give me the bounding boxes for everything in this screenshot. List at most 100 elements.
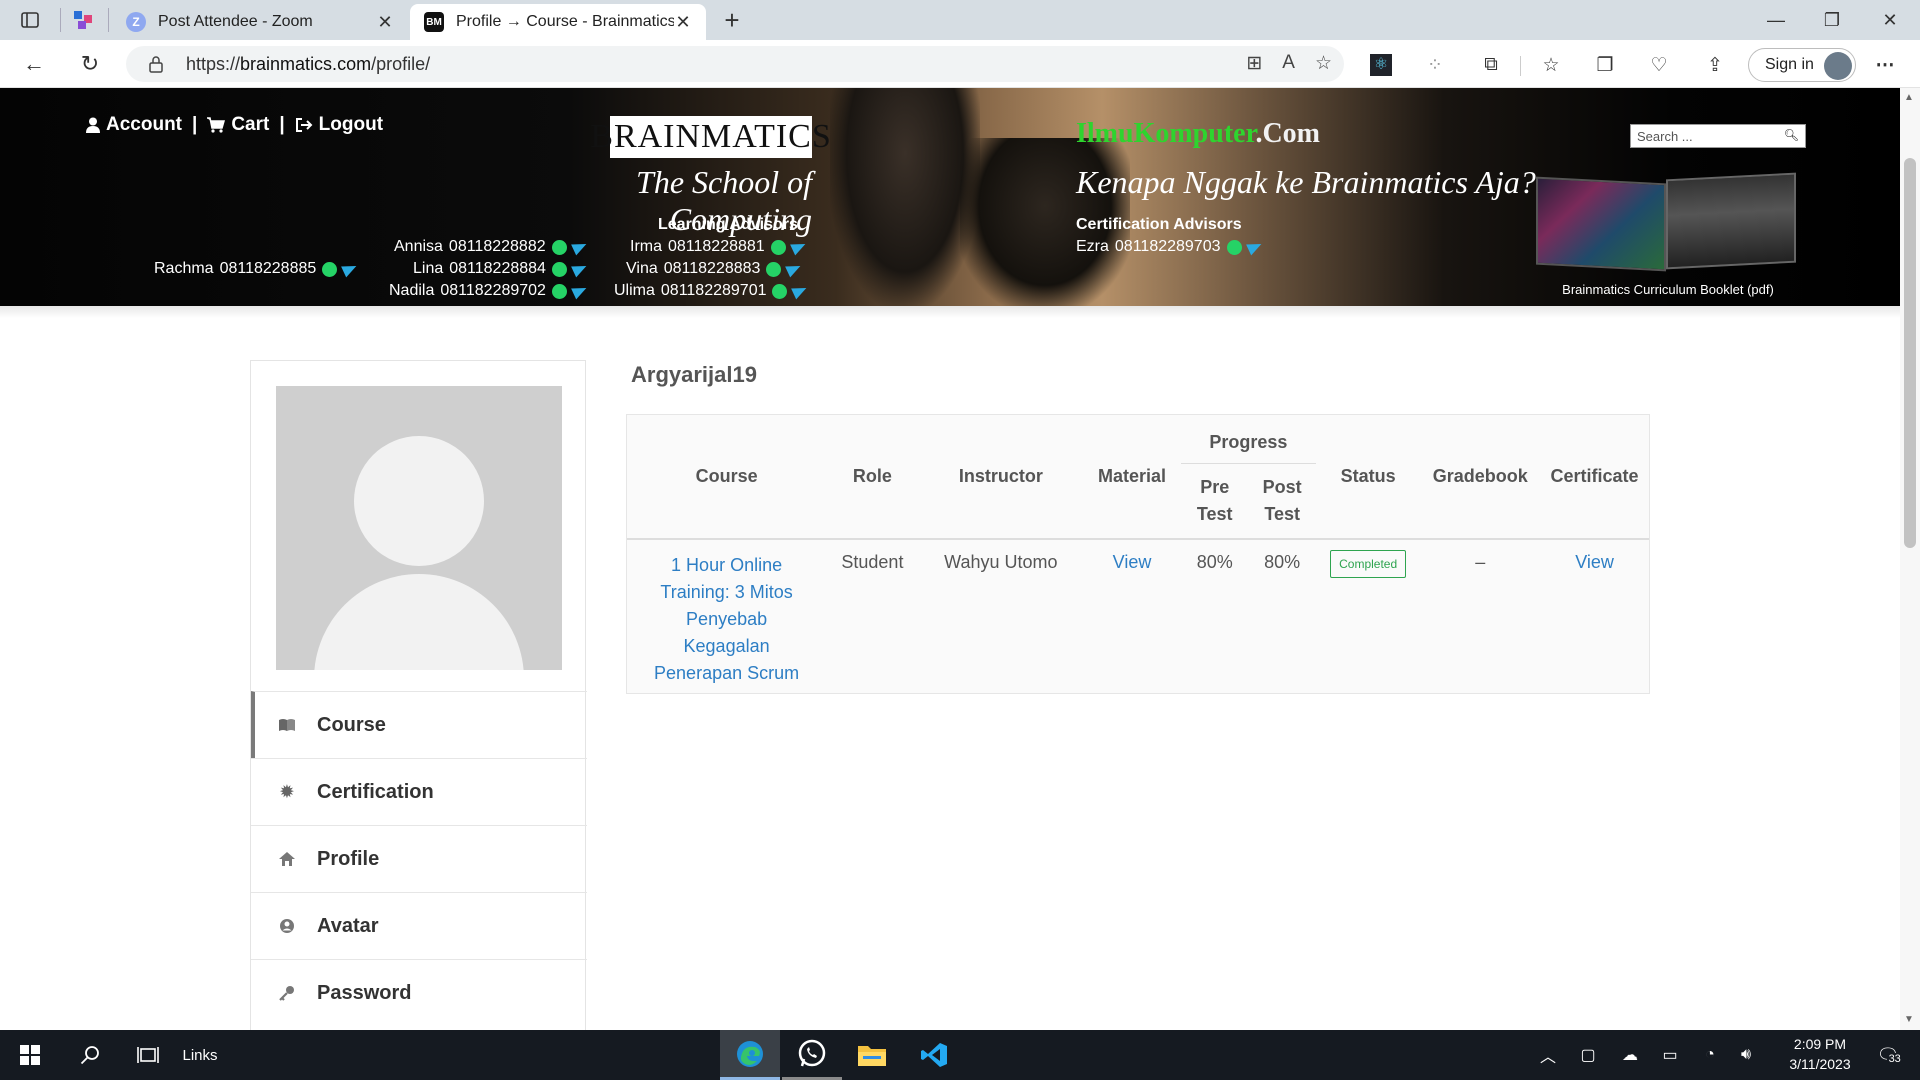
telegram-icon[interactable] xyxy=(570,238,589,256)
taskbar-clock[interactable]: 2:09 PM 3/11/2023 xyxy=(1770,1034,1870,1074)
read-aloud-icon[interactable]: A xyxy=(1282,52,1295,75)
whatsapp-icon[interactable] xyxy=(766,261,782,277)
refresh-button[interactable]: ↻ xyxy=(74,48,106,80)
ilmukomputer-logo[interactable]: IlmuKomputer.Com xyxy=(1076,118,1320,150)
sidebar-item-certification[interactable]: ✹ Certification xyxy=(251,758,587,825)
advisor-phone: 08118228882 xyxy=(448,238,546,255)
tab-brainmatics[interactable]: BM Profile → Course - Brainmatics ✕ xyxy=(410,4,706,40)
advisor-phone: 08118228883 xyxy=(663,260,761,277)
instructor-cell: Wahyu Utomo xyxy=(944,552,1058,572)
sidebar-item-avatar[interactable]: Avatar xyxy=(251,892,587,959)
url-text[interactable]: https://brainmatics.com/profile/ xyxy=(186,54,430,75)
telegram-icon[interactable] xyxy=(791,282,810,300)
whatsapp-icon[interactable] xyxy=(551,283,567,299)
scrollbar-thumb[interactable] xyxy=(1904,158,1916,548)
sidebar-item-course[interactable]: Course xyxy=(251,691,587,758)
favorites-icon[interactable]: ☆ xyxy=(1538,52,1564,78)
restore-button[interactable]: ❐ xyxy=(1804,0,1860,40)
close-tab-icon[interactable]: ✕ xyxy=(674,12,692,33)
telegram-icon[interactable] xyxy=(341,260,360,278)
advisor-ulima[interactable]: Ulima 081182289701 xyxy=(614,282,810,300)
advisor-nadila[interactable]: Nadila 081182289702 xyxy=(389,282,589,300)
tab-actions-icon[interactable] xyxy=(20,10,40,30)
separator: | xyxy=(279,114,285,135)
account-links: Account | Cart | Logout xyxy=(86,114,383,136)
task-view-icon[interactable] xyxy=(128,1030,168,1080)
sidebar-item-label: Course xyxy=(317,713,386,736)
app-available-icon[interactable]: ⊞ xyxy=(1246,52,1262,75)
whatsapp-icon[interactable] xyxy=(770,239,786,255)
more-menu-icon[interactable]: ⋯ xyxy=(1872,52,1898,78)
whatsapp-icon[interactable] xyxy=(551,261,567,277)
react-devtools-icon[interactable]: ⚛ xyxy=(1368,52,1394,78)
advisor-rachma[interactable]: Rachma 08118228885 xyxy=(154,260,360,278)
sign-in-button[interactable]: Sign in xyxy=(1748,48,1856,82)
header-course: Course xyxy=(695,466,758,486)
volume-icon[interactable]: 🔊︎ xyxy=(1732,1030,1760,1080)
workspaces-icon[interactable] xyxy=(72,9,94,31)
sidebar-item-password[interactable]: Password xyxy=(251,959,587,1026)
material-view-link[interactable]: View xyxy=(1083,539,1181,687)
telegram-icon[interactable] xyxy=(571,260,589,278)
telegram-icon[interactable] xyxy=(785,260,804,278)
booklet-caption[interactable]: Brainmatics Curriculum Booklet (pdf) xyxy=(1536,282,1800,297)
extension-dots-icon[interactable]: ⁘ xyxy=(1422,52,1448,78)
performance-icon[interactable]: ♡ xyxy=(1646,52,1672,78)
tab-zoom[interactable]: Z Post Attendee - Zoom ✕ xyxy=(112,4,408,40)
curriculum-booklet-image[interactable] xyxy=(1536,172,1800,272)
file-explorer-taskbar-app[interactable] xyxy=(842,1030,902,1080)
collections-icon[interactable]: ❐ xyxy=(1592,52,1618,78)
close-tab-icon[interactable]: ✕ xyxy=(376,12,394,33)
advisor-name: Rachma xyxy=(154,260,214,277)
vscode-taskbar-app[interactable] xyxy=(904,1030,964,1080)
edge-taskbar-app[interactable] xyxy=(720,1030,780,1080)
browser-tab-bar: Z Post Attendee - Zoom ✕ BM Profile → Co… xyxy=(0,0,1920,40)
advisor-ezra[interactable]: Ezra 081182289703 xyxy=(1076,238,1264,256)
scroll-down-arrow-icon[interactable]: ▼ xyxy=(1904,1014,1914,1025)
whatsapp-icon[interactable] xyxy=(551,239,567,255)
battery-icon[interactable]: ▭ xyxy=(1656,1030,1684,1080)
site-search-input[interactable]: Search ... 🔍︎ xyxy=(1630,124,1806,148)
whatsapp-taskbar-app[interactable] xyxy=(782,1030,842,1080)
advisor-irma[interactable]: Irma 08118228881 xyxy=(630,238,808,256)
windows-start-icon[interactable] xyxy=(10,1030,50,1080)
whatsapp-icon[interactable] xyxy=(1226,239,1242,255)
telegram-icon[interactable] xyxy=(571,282,589,300)
sidebar-item-profile[interactable]: Profile xyxy=(251,825,587,892)
new-tab-button[interactable]: + xyxy=(716,4,748,36)
search-icon[interactable] xyxy=(70,1030,110,1080)
brainmatics-logo[interactable]: BRAINMATICS xyxy=(590,116,831,158)
cart-link[interactable]: Cart xyxy=(207,114,269,136)
search-icon[interactable]: 🔍︎ xyxy=(1784,128,1799,142)
advisor-lina[interactable]: Lina 08118228884 xyxy=(413,260,589,278)
add-favorite-icon[interactable]: ☆ xyxy=(1315,52,1332,75)
lock-icon[interactable] xyxy=(148,55,164,73)
advisor-name: Vina xyxy=(626,260,658,277)
account-link[interactable]: Account xyxy=(86,114,182,136)
header-instructor: Instructor xyxy=(958,466,1043,486)
back-button[interactable]: ← xyxy=(18,48,50,80)
device-icon[interactable]: ▢ xyxy=(1574,1030,1602,1080)
page-scrollbar[interactable]: ▲ ▼ xyxy=(1900,88,1920,1030)
links-toolbar[interactable]: Links xyxy=(176,1030,224,1080)
certificate-view-link[interactable]: View xyxy=(1540,539,1649,687)
advisor-vina[interactable]: Vina 08118228883 xyxy=(626,260,804,278)
telegram-icon[interactable] xyxy=(789,238,808,256)
course-link[interactable]: 1 Hour Online Training: 3 Mitos Penyebab… xyxy=(627,539,826,687)
scroll-up-arrow-icon[interactable]: ▲ xyxy=(1904,92,1914,103)
onedrive-icon[interactable]: ☁ xyxy=(1616,1030,1644,1080)
advisor-name: Irma xyxy=(630,238,662,255)
network-icon[interactable]: ◔ xyxy=(1696,1030,1724,1080)
logout-link[interactable]: Logout xyxy=(295,114,383,136)
share-icon[interactable]: ⇪ xyxy=(1702,52,1728,78)
minimize-button[interactable]: — xyxy=(1748,0,1804,40)
show-hidden-icons-chevron-icon[interactable]: ︿ xyxy=(1534,1030,1562,1080)
address-bar[interactable]: https://brainmatics.com/profile/ ⊞ A ☆ xyxy=(126,46,1344,82)
whatsapp-icon[interactable] xyxy=(772,283,788,299)
telegram-icon[interactable] xyxy=(1245,238,1264,256)
whatsapp-icon[interactable] xyxy=(322,261,338,277)
advisor-annisa[interactable]: Annisa 08118228882 xyxy=(394,238,589,256)
notification-center-icon[interactable]: 🗨︎33 xyxy=(1868,1030,1908,1080)
close-window-button[interactable]: ✕ xyxy=(1862,0,1918,40)
extensions-icon[interactable]: ⧉ xyxy=(1478,52,1504,78)
